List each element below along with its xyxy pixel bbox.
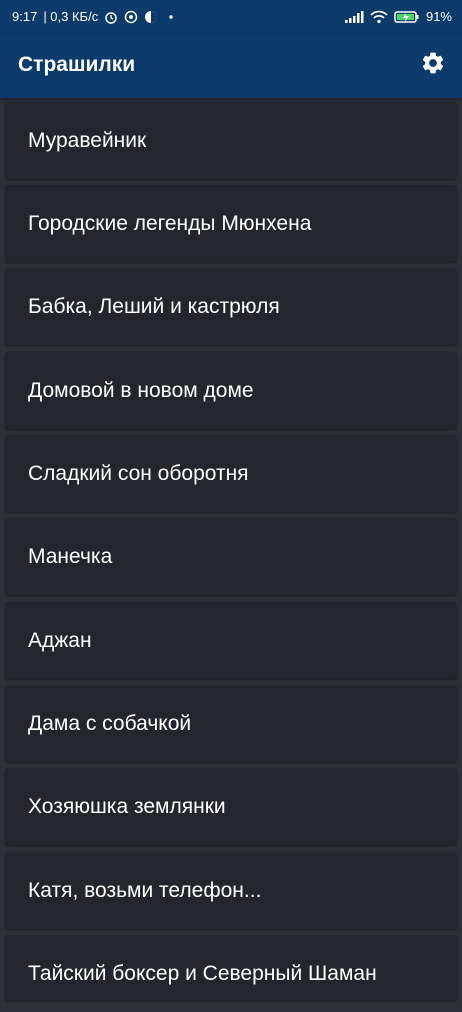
- story-title: Домовой в новом доме: [28, 379, 254, 402]
- app-icon: [144, 10, 158, 24]
- story-title: Тайский боксер и Северный Шаман: [28, 962, 377, 985]
- story-list-item[interactable]: Аджан: [5, 602, 457, 679]
- story-title: Муравейник: [28, 129, 147, 152]
- signal-icon: [344, 10, 364, 24]
- dot-icon: [164, 10, 178, 24]
- page-title: Страшилки: [18, 53, 136, 76]
- story-list-item[interactable]: Хозяюшка землянки: [5, 768, 457, 845]
- status-right: 91%: [344, 9, 452, 24]
- alarm-icon: [104, 10, 118, 24]
- story-title: Городские легенды Мюнхена: [28, 212, 312, 235]
- story-list-item[interactable]: Дама с собачкой: [5, 685, 457, 762]
- story-list-item[interactable]: Тайский боксер и Северный Шаман: [5, 935, 457, 1000]
- whatsapp-icon: [124, 10, 138, 24]
- battery-level: 91%: [425, 9, 452, 24]
- wifi-icon: [370, 10, 388, 24]
- story-title: Аджан: [28, 629, 92, 652]
- story-list-item[interactable]: Манечка: [5, 518, 457, 595]
- settings-button[interactable]: [418, 50, 448, 80]
- story-title: Сладкий сон оборотня: [28, 462, 249, 485]
- story-list-item[interactable]: Домовой в новом доме: [5, 352, 457, 429]
- status-bar: 9:17 | 0,3 КБ/с 91%: [0, 0, 462, 34]
- story-list-item[interactable]: Бабка, Леший и кастрюля: [5, 268, 457, 345]
- story-title: Катя, возьми телефон...: [28, 879, 262, 902]
- story-list-item[interactable]: Муравейник: [5, 102, 457, 179]
- story-title: Манечка: [28, 545, 113, 568]
- story-title: Дама с собачкой: [28, 712, 192, 735]
- status-left: 9:17 | 0,3 КБ/с: [12, 9, 178, 24]
- app-bar: Страшилки: [0, 34, 462, 98]
- story-list-item[interactable]: Сладкий сон оборотня: [5, 435, 457, 512]
- battery-charging-icon: [394, 10, 420, 24]
- story-list-item[interactable]: Катя, возьми телефон...: [5, 852, 457, 929]
- story-title: Бабка, Леший и кастрюля: [28, 295, 280, 318]
- gear-icon: [420, 50, 446, 81]
- story-title: Хозяюшка землянки: [28, 795, 226, 818]
- network-speed: | 0,3 КБ/с: [43, 9, 99, 24]
- story-list-item[interactable]: Городские легенды Мюнхена: [5, 185, 457, 262]
- status-time: 9:17: [12, 9, 38, 24]
